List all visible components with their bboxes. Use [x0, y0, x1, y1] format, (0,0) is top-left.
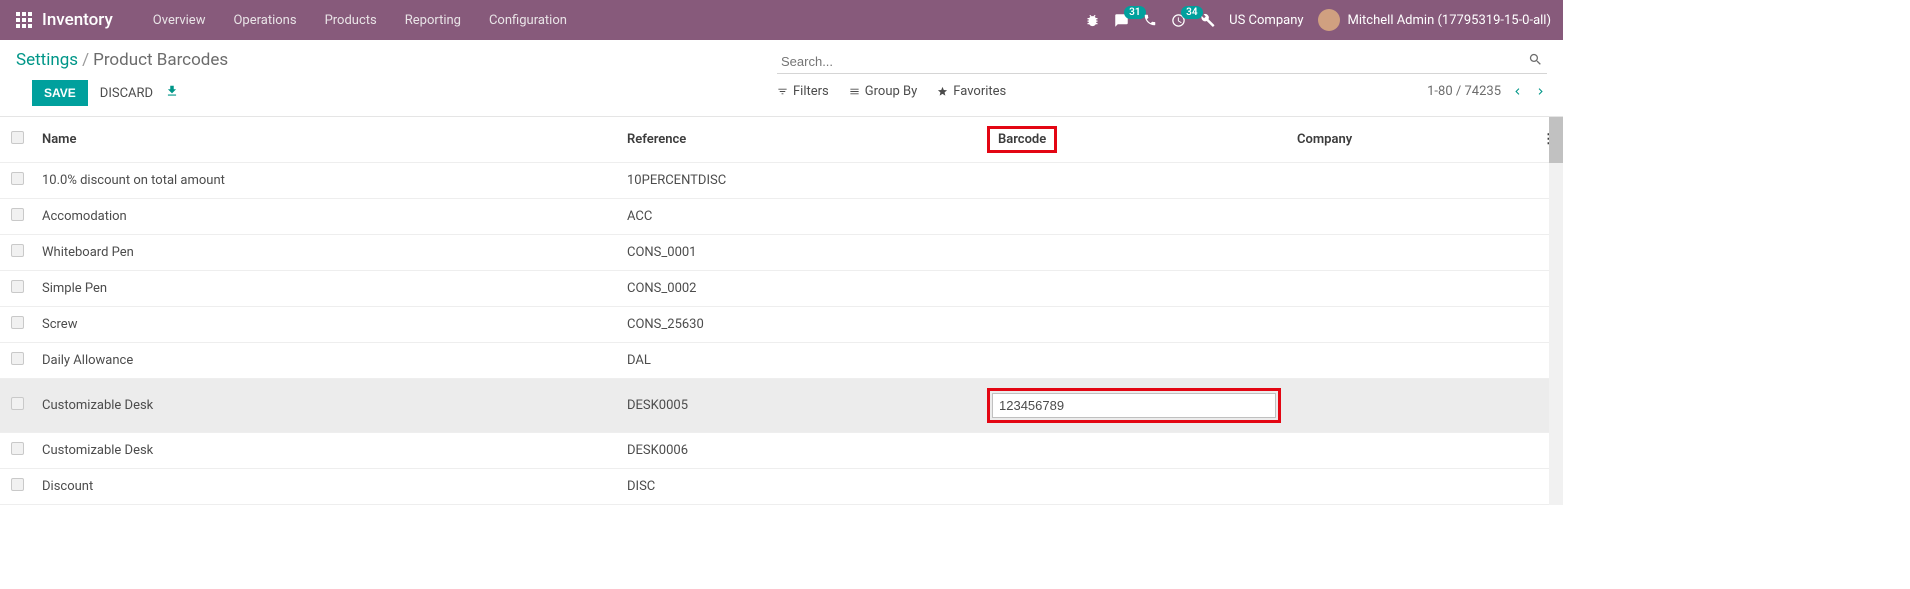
cell-barcode[interactable]: [979, 343, 1289, 379]
row-checkbox[interactable]: [11, 316, 24, 329]
breadcrumb-current: Product Barcodes: [93, 50, 228, 70]
col-name[interactable]: Name: [34, 117, 619, 163]
cell-name[interactable]: Customizable Desk: [34, 433, 619, 469]
cell-barcode[interactable]: [979, 163, 1289, 199]
select-all-checkbox[interactable]: [11, 131, 24, 144]
cell-barcode[interactable]: [979, 307, 1289, 343]
cell-barcode[interactable]: [979, 235, 1289, 271]
tools-icon[interactable]: [1200, 13, 1215, 28]
col-barcode[interactable]: Barcode: [979, 117, 1289, 163]
table-row[interactable]: 10.0% discount on total amount10PERCENTD…: [0, 163, 1563, 199]
table-row[interactable]: AccomodationACC: [0, 199, 1563, 235]
control-panel: Settings / Product Barcodes SAVE DISCARD…: [0, 40, 1563, 116]
cell-name[interactable]: Screw: [34, 307, 619, 343]
cell-name[interactable]: Daily Allowance: [34, 343, 619, 379]
cell-barcode[interactable]: [979, 271, 1289, 307]
cell-reference[interactable]: DESK0006: [619, 433, 979, 469]
nav-operations[interactable]: Operations: [219, 13, 310, 28]
table-row[interactable]: Simple PenCONS_0002: [0, 271, 1563, 307]
row-checkbox[interactable]: [11, 208, 24, 221]
pager-next-icon[interactable]: [1534, 85, 1547, 98]
cell-company[interactable]: [1289, 343, 1533, 379]
cell-company[interactable]: [1289, 469, 1533, 505]
phone-icon[interactable]: [1143, 13, 1157, 27]
table-row[interactable]: DiscountDISC: [0, 469, 1563, 505]
nav-configuration[interactable]: Configuration: [475, 13, 581, 28]
breadcrumb: Settings / Product Barcodes: [16, 50, 228, 70]
barcode-input[interactable]: [992, 393, 1276, 418]
cell-company[interactable]: [1289, 433, 1533, 469]
cell-name[interactable]: 10.0% discount on total amount: [34, 163, 619, 199]
cell-reference[interactable]: CONS_0001: [619, 235, 979, 271]
cell-barcode[interactable]: [979, 433, 1289, 469]
pager: 1-80 / 74235: [1427, 84, 1547, 99]
vertical-scrollbar[interactable]: [1549, 117, 1563, 505]
row-checkbox[interactable]: [11, 280, 24, 293]
cell-barcode[interactable]: [979, 469, 1289, 505]
search-icon[interactable]: [1528, 52, 1543, 71]
search-input[interactable]: [781, 54, 1528, 69]
cell-company[interactable]: [1289, 199, 1533, 235]
cell-reference[interactable]: DISC: [619, 469, 979, 505]
navbar: Inventory Overview Operations Products R…: [0, 0, 1563, 40]
table-row[interactable]: Customizable DeskDESK0005: [0, 379, 1563, 433]
row-checkbox[interactable]: [11, 397, 24, 410]
cell-reference[interactable]: ACC: [619, 199, 979, 235]
pager-text[interactable]: 1-80 / 74235: [1427, 84, 1501, 99]
apps-icon[interactable]: [12, 8, 36, 32]
cell-name[interactable]: Accomodation: [34, 199, 619, 235]
user-name: Mitchell Admin (17795319-15-0-all): [1348, 13, 1551, 28]
table-row[interactable]: Customizable DeskDESK0006: [0, 433, 1563, 469]
col-reference[interactable]: Reference: [619, 117, 979, 163]
messages-icon[interactable]: 31: [1114, 13, 1129, 28]
table-row[interactable]: Daily AllowanceDAL: [0, 343, 1563, 379]
col-company[interactable]: Company: [1289, 117, 1533, 163]
avatar: [1318, 9, 1340, 31]
filters-button[interactable]: Filters: [777, 84, 829, 99]
groupby-button[interactable]: Group By: [849, 84, 918, 99]
app-title[interactable]: Inventory: [42, 10, 113, 30]
cell-company[interactable]: [1289, 271, 1533, 307]
cell-barcode[interactable]: [979, 379, 1289, 433]
cell-reference[interactable]: CONS_25630: [619, 307, 979, 343]
table-row[interactable]: ScrewCONS_25630: [0, 307, 1563, 343]
cell-name[interactable]: Customizable Desk: [34, 379, 619, 433]
nav-menu: Overview Operations Products Reporting C…: [139, 13, 581, 28]
discard-button[interactable]: DISCARD: [100, 86, 153, 101]
nav-products[interactable]: Products: [311, 13, 391, 28]
cell-company[interactable]: [1289, 235, 1533, 271]
nav-reporting[interactable]: Reporting: [391, 13, 475, 28]
table-row[interactable]: Whiteboard PenCONS_0001: [0, 235, 1563, 271]
breadcrumb-root[interactable]: Settings: [16, 50, 78, 70]
favorites-button[interactable]: Favorites: [937, 84, 1006, 99]
search-box[interactable]: [777, 50, 1547, 74]
row-checkbox[interactable]: [11, 442, 24, 455]
cell-reference[interactable]: CONS_0002: [619, 271, 979, 307]
user-menu[interactable]: Mitchell Admin (17795319-15-0-all): [1318, 9, 1551, 31]
cell-company[interactable]: [1289, 163, 1533, 199]
nav-overview[interactable]: Overview: [139, 13, 220, 28]
cell-reference[interactable]: 10PERCENTDISC: [619, 163, 979, 199]
pager-prev-icon[interactable]: [1511, 85, 1524, 98]
row-checkbox[interactable]: [11, 352, 24, 365]
cell-name[interactable]: Simple Pen: [34, 271, 619, 307]
bug-icon[interactable]: [1085, 13, 1100, 28]
company-switcher[interactable]: US Company: [1229, 13, 1303, 28]
cell-barcode[interactable]: [979, 199, 1289, 235]
row-checkbox[interactable]: [11, 478, 24, 491]
cell-company[interactable]: [1289, 379, 1533, 433]
export-icon[interactable]: [165, 84, 179, 102]
product-table: Name Reference Barcode Company ⋮ 10.0% d…: [0, 116, 1563, 505]
row-checkbox[interactable]: [11, 244, 24, 257]
row-checkbox[interactable]: [11, 172, 24, 185]
cell-name[interactable]: Whiteboard Pen: [34, 235, 619, 271]
save-button[interactable]: SAVE: [32, 80, 88, 106]
cell-company[interactable]: [1289, 307, 1533, 343]
cell-name[interactable]: Discount: [34, 469, 619, 505]
cell-reference[interactable]: DAL: [619, 343, 979, 379]
cell-reference[interactable]: DESK0005: [619, 379, 979, 433]
activity-icon[interactable]: 34: [1171, 13, 1186, 28]
